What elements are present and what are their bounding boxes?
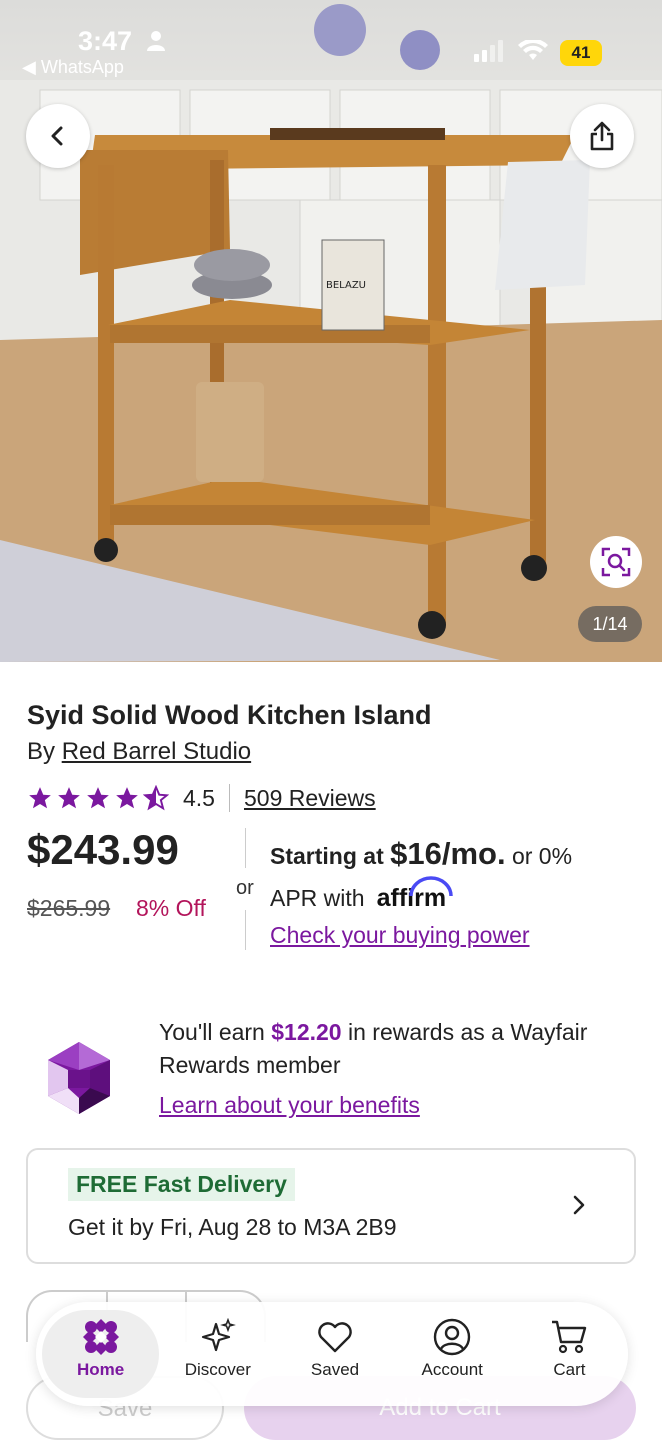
rewards-prefix: You'll earn: [159, 1019, 272, 1045]
free-delivery-badge: FREE Fast Delivery: [68, 1168, 295, 1201]
home-icon: [82, 1319, 119, 1355]
star-rating: [27, 785, 169, 811]
share-icon: [590, 121, 614, 151]
old-price: $265.99: [27, 895, 111, 921]
box-label: BELAZU: [326, 280, 366, 291]
status-time: 3:47: [78, 26, 133, 56]
starting-at-label: Starting at: [270, 843, 391, 869]
wifi-icon: [518, 40, 548, 60]
divider: [228, 784, 230, 812]
person-icon: [147, 31, 165, 51]
tab-label: Cart: [553, 1360, 586, 1379]
image-counter: 1/14: [578, 606, 642, 642]
or-label: or: [236, 877, 254, 899]
visual-search-icon: [601, 547, 631, 577]
monthly-price: $16/mo.: [390, 836, 506, 871]
tab-label: Saved: [310, 1360, 360, 1379]
affirm-line: APR with affirm: [270, 876, 453, 913]
rewards-message: You'll earn $12.20 in rewards as a Wayfa…: [159, 1016, 599, 1082]
benefits-link[interactable]: Learn about your benefits: [159, 1092, 420, 1119]
tab-label: Discover: [184, 1360, 251, 1379]
price: $243.99: [27, 826, 179, 873]
status-bar: 3:47 ◀ WhatsApp 41: [0, 0, 662, 80]
buying-power-link[interactable]: Check your buying power: [270, 922, 530, 949]
reviews-link[interactable]: 509 Reviews: [244, 785, 376, 812]
cart-icon: [552, 1320, 587, 1354]
financing-line: Starting at $16/mo. or 0%: [270, 836, 572, 872]
account-icon: [434, 1318, 471, 1356]
delivery-card[interactable]: FREE Fast Delivery Get it by Fri, Aug 28…: [26, 1148, 636, 1264]
tab-label: Home: [76, 1360, 125, 1379]
brand-prefix: By: [27, 738, 62, 765]
affirm-logo: affirm: [377, 876, 453, 913]
chevron-right-icon: [573, 1195, 585, 1215]
star-full-icon: [87, 787, 109, 809]
tab-account[interactable]: Account: [394, 1302, 511, 1406]
heart-icon: [318, 1322, 352, 1353]
signal-icon: [474, 40, 503, 62]
star-full-icon: [116, 787, 138, 809]
brand-line: By Red Barrel Studio: [27, 738, 251, 766]
battery-indicator: 41: [560, 40, 602, 66]
apr-with-label: APR with: [270, 885, 365, 911]
tab-cart[interactable]: Cart: [511, 1302, 628, 1406]
tab-saved[interactable]: Saved: [276, 1302, 393, 1406]
back-button[interactable]: [26, 104, 90, 168]
back-app-label: WhatsApp: [40, 57, 124, 77]
star-full-icon: [58, 787, 80, 809]
chevron-left-icon: [51, 126, 63, 146]
rewards-amount: $12.20: [271, 1019, 342, 1045]
tab-home[interactable]: Home: [42, 1310, 160, 1398]
kitchen-island-photo: BELAZU: [0, 4, 662, 662]
sparkle-icon: [201, 1318, 236, 1352]
rating-row[interactable]: 4.5 509 Reviews: [27, 782, 376, 814]
rewards-gem-icon: [48, 1042, 110, 1114]
delivery-date: Get it by Fri, Aug 28 to M3A 2B9: [68, 1214, 397, 1240]
bottom-tab-bar: Home Discover Saved Account Cart: [36, 1302, 628, 1406]
divider: [245, 828, 246, 868]
star-half-icon: [143, 785, 169, 811]
tab-discover[interactable]: Discover: [159, 1302, 276, 1406]
apr-label: or 0%: [505, 843, 573, 869]
share-button[interactable]: [570, 104, 634, 168]
product-title: Syid Solid Wood Kitchen Island: [27, 700, 432, 730]
brand-link[interactable]: Red Barrel Studio: [62, 738, 251, 765]
star-full-icon: [29, 787, 51, 809]
tab-label: Account: [421, 1360, 483, 1379]
divider: [245, 910, 246, 950]
product-image[interactable]: BELAZU 3:47 ◀ WhatsApp 41 1/14: [0, 0, 662, 662]
affirm-arc-icon: [408, 876, 453, 897]
visual-search-button[interactable]: [590, 536, 642, 588]
rating-value: 4.5: [183, 784, 215, 811]
discount-label: 8% Off: [136, 895, 206, 921]
back-to-app-link[interactable]: ◀ WhatsApp: [22, 57, 124, 78]
